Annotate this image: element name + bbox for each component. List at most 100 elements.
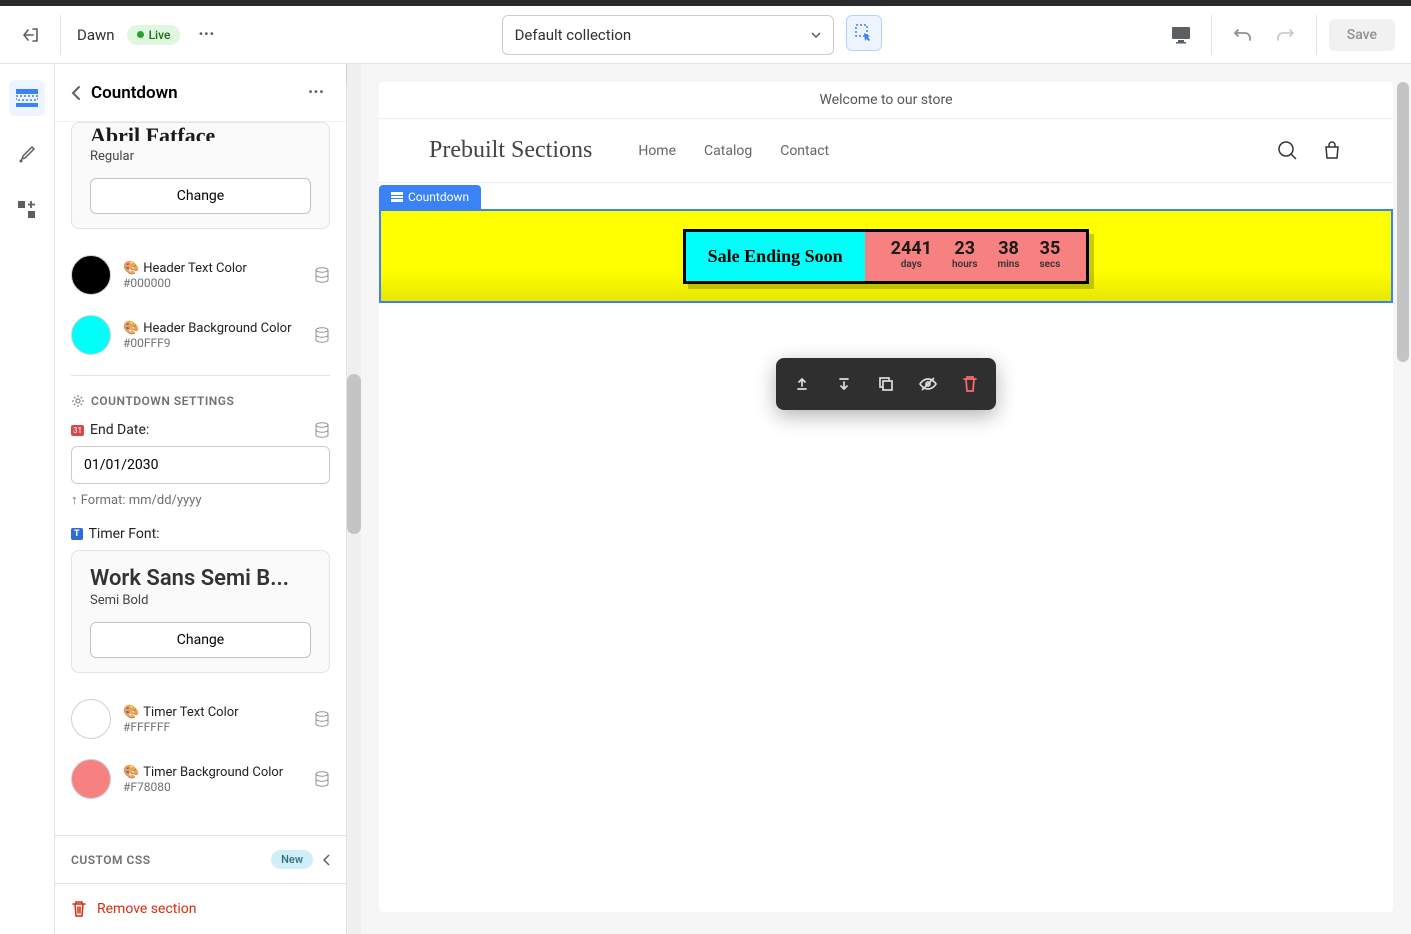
color-label: Header Text Color xyxy=(143,261,247,276)
nav-home[interactable]: Home xyxy=(638,143,676,159)
hours-label: hours xyxy=(952,259,978,270)
chevron-left-icon xyxy=(323,854,330,866)
sidebar-title: Countdown xyxy=(91,83,292,103)
secs-label: secs xyxy=(1040,259,1061,270)
sections-icon xyxy=(16,89,38,107)
trash-icon xyxy=(962,375,978,393)
palette-icon: 🎨 xyxy=(123,321,139,336)
redo-icon xyxy=(1276,25,1296,45)
cart-icon[interactable] xyxy=(1321,140,1343,162)
database-icon[interactable] xyxy=(314,771,330,787)
canvas-scrollbar[interactable] xyxy=(1397,82,1409,902)
exit-button[interactable] xyxy=(16,21,44,49)
collection-select[interactable]: Default collection xyxy=(502,15,834,55)
move-down-button[interactable] xyxy=(824,364,864,404)
new-badge: New xyxy=(271,850,313,869)
color-swatch-cyan xyxy=(71,315,111,355)
change-timer-font-button[interactable]: Change xyxy=(90,622,311,658)
sections-tab[interactable] xyxy=(9,80,45,116)
database-icon[interactable] xyxy=(314,711,330,727)
end-date-input[interactable] xyxy=(71,446,330,484)
divider xyxy=(1211,15,1212,55)
live-label: Live xyxy=(149,28,171,42)
header-text-color-row[interactable]: 🎨Header Text Color #000000 xyxy=(71,245,330,305)
timer-text-color-row[interactable]: 🎨Timer Text Color #FFFFFF xyxy=(71,689,330,749)
days-value: 2441 xyxy=(891,238,932,259)
topbar: Dawn Live ··· Default collection xyxy=(0,6,1411,64)
color-value: #00FFF9 xyxy=(123,336,302,350)
countdown-banner: Sale Ending Soon 2441days 23hours 38mins… xyxy=(379,209,1393,303)
exit-icon xyxy=(20,25,40,45)
scrollbar-thumb[interactable] xyxy=(347,374,361,534)
search-icon[interactable] xyxy=(1277,140,1299,162)
palette-icon: 🎨 xyxy=(123,705,139,720)
color-swatch-black xyxy=(71,255,111,295)
store-title: Prebuilt Sections xyxy=(429,137,592,164)
format-help-text: ↑ Format: mm/dd/yyyy xyxy=(71,492,330,508)
days-label: days xyxy=(891,259,932,270)
scrollbar-thumb[interactable] xyxy=(1397,82,1409,362)
copy-icon xyxy=(877,375,895,393)
app-embeds-tab[interactable] xyxy=(9,192,45,228)
nav-contact[interactable]: Contact xyxy=(780,143,829,159)
theme-settings-tab[interactable] xyxy=(9,136,45,172)
remove-section-button[interactable]: Remove section xyxy=(55,883,346,934)
sidebar-scrollbar[interactable] xyxy=(347,64,361,934)
arrow-up-icon xyxy=(793,375,811,393)
apps-icon xyxy=(18,201,36,219)
header-font-card: Abril Fatface Regular Change xyxy=(71,122,330,229)
database-icon[interactable] xyxy=(314,422,330,438)
chevron-down-icon xyxy=(811,32,821,38)
database-icon[interactable] xyxy=(314,267,330,283)
theme-name: Dawn xyxy=(77,26,115,44)
mins-value: 38 xyxy=(998,238,1020,259)
section-icon xyxy=(391,192,403,202)
section-toolbar xyxy=(776,358,996,410)
change-header-font-button[interactable]: Change xyxy=(90,178,311,214)
sidebar-more-button[interactable]: ··· xyxy=(302,79,330,107)
divider xyxy=(60,15,61,55)
divider xyxy=(71,375,330,376)
inspector-toggle[interactable] xyxy=(846,15,882,51)
gear-icon xyxy=(71,394,85,408)
delete-button[interactable] xyxy=(950,364,990,404)
timer-bg-color-row[interactable]: 🎨Timer Background Color #F78080 xyxy=(71,749,330,809)
palette-icon: 🎨 xyxy=(123,765,139,780)
color-value: #F78080 xyxy=(123,780,302,794)
timer-font-label: Timer Font: xyxy=(89,526,160,542)
store-header: Prebuilt Sections Home Catalog Contact xyxy=(379,119,1393,183)
arrow-down-icon xyxy=(835,375,853,393)
secs-value: 35 xyxy=(1040,238,1061,259)
desktop-icon xyxy=(1171,26,1191,44)
font-preview: Work Sans Semi B... xyxy=(90,565,311,591)
countdown-section[interactable]: Countdown Sale Ending Soon 2441days 23ho… xyxy=(379,209,1393,303)
theme-preview: Welcome to our store Prebuilt Sections H… xyxy=(379,82,1393,912)
save-button[interactable]: Save xyxy=(1329,19,1395,51)
back-button[interactable] xyxy=(71,85,81,101)
desktop-view-button[interactable] xyxy=(1163,17,1199,53)
redo-button[interactable] xyxy=(1268,17,1304,53)
move-up-button[interactable] xyxy=(782,364,822,404)
undo-button[interactable] xyxy=(1224,17,1260,53)
header-bg-color-row[interactable]: 🎨Header Background Color #00FFF9 xyxy=(71,305,330,365)
font-preview: Abril Fatface xyxy=(90,123,311,141)
left-rail xyxy=(0,64,55,934)
color-swatch-white xyxy=(71,699,111,739)
duplicate-button[interactable] xyxy=(866,364,906,404)
section-selection-tag: Countdown xyxy=(379,185,481,209)
hide-button[interactable] xyxy=(908,364,948,404)
custom-css-row[interactable]: CUSTOM CSS New xyxy=(55,835,346,883)
more-menu-button[interactable]: ··· xyxy=(192,21,220,49)
live-badge: Live xyxy=(127,25,181,45)
database-icon[interactable] xyxy=(314,327,330,343)
chevron-left-icon xyxy=(71,85,81,101)
color-value: #000000 xyxy=(123,276,302,290)
eye-off-icon xyxy=(918,375,938,393)
nav-catalog[interactable]: Catalog xyxy=(704,143,752,159)
end-date-label: End Date: xyxy=(90,422,149,438)
divider xyxy=(1316,15,1317,55)
announcement-bar: Welcome to our store xyxy=(379,82,1393,119)
font-icon: T xyxy=(71,528,83,540)
color-label: Timer Text Color xyxy=(143,705,238,720)
remove-section-label: Remove section xyxy=(97,901,196,917)
